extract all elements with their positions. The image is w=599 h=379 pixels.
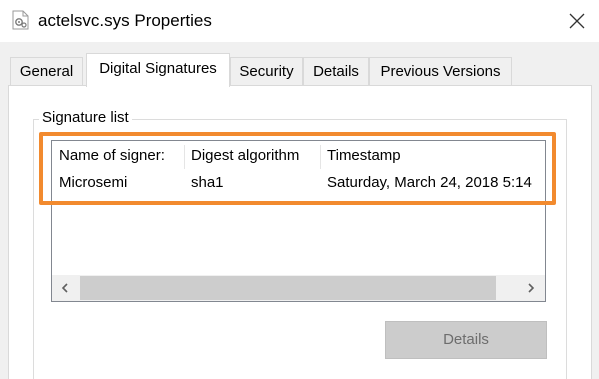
timestamp-cell: Saturday, March 24, 2018 5:14 xyxy=(327,174,532,191)
system-file-icon xyxy=(12,10,29,30)
window-title: actelsvc.sys Properties xyxy=(38,11,212,30)
scroll-right-button[interactable] xyxy=(518,275,544,301)
tab-digital-signatures[interactable]: Digital Signatures xyxy=(86,53,230,87)
tab-details[interactable]: Details xyxy=(303,57,369,86)
tab-general[interactable]: General xyxy=(10,57,83,86)
column-header-digest[interactable]: Digest algorithm xyxy=(184,141,320,171)
scroll-thumb[interactable] xyxy=(80,276,496,300)
close-icon xyxy=(569,13,585,29)
column-header-timestamp[interactable]: Timestamp xyxy=(320,141,545,171)
list-header: Name of signer: Digest algorithm Timesta… xyxy=(52,141,545,171)
chevron-right-icon xyxy=(528,283,535,293)
signer-name-cell: Microsemi xyxy=(59,174,128,191)
title-bar: actelsvc.sys Properties xyxy=(0,0,599,42)
signature-list-label: Signature list xyxy=(39,108,132,128)
horizontal-scrollbar[interactable] xyxy=(52,275,545,301)
chevron-left-icon xyxy=(61,283,68,293)
table-row[interactable]: Microsemi sha1 Saturday, March 24, 2018 … xyxy=(52,171,545,195)
tab-previous-versions[interactable]: Previous Versions xyxy=(369,57,512,86)
tab-strip: General Digital Signatures Security Deta… xyxy=(0,53,599,87)
close-button[interactable] xyxy=(562,6,592,36)
scroll-left-button[interactable] xyxy=(52,275,78,301)
tab-security[interactable]: Security xyxy=(230,57,303,86)
column-header-signer[interactable]: Name of signer: xyxy=(52,141,184,171)
signature-listview[interactable]: Name of signer: Digest algorithm Timesta… xyxy=(51,140,546,302)
digest-algorithm-cell: sha1 xyxy=(191,174,224,191)
details-button[interactable]: Details xyxy=(385,321,547,359)
